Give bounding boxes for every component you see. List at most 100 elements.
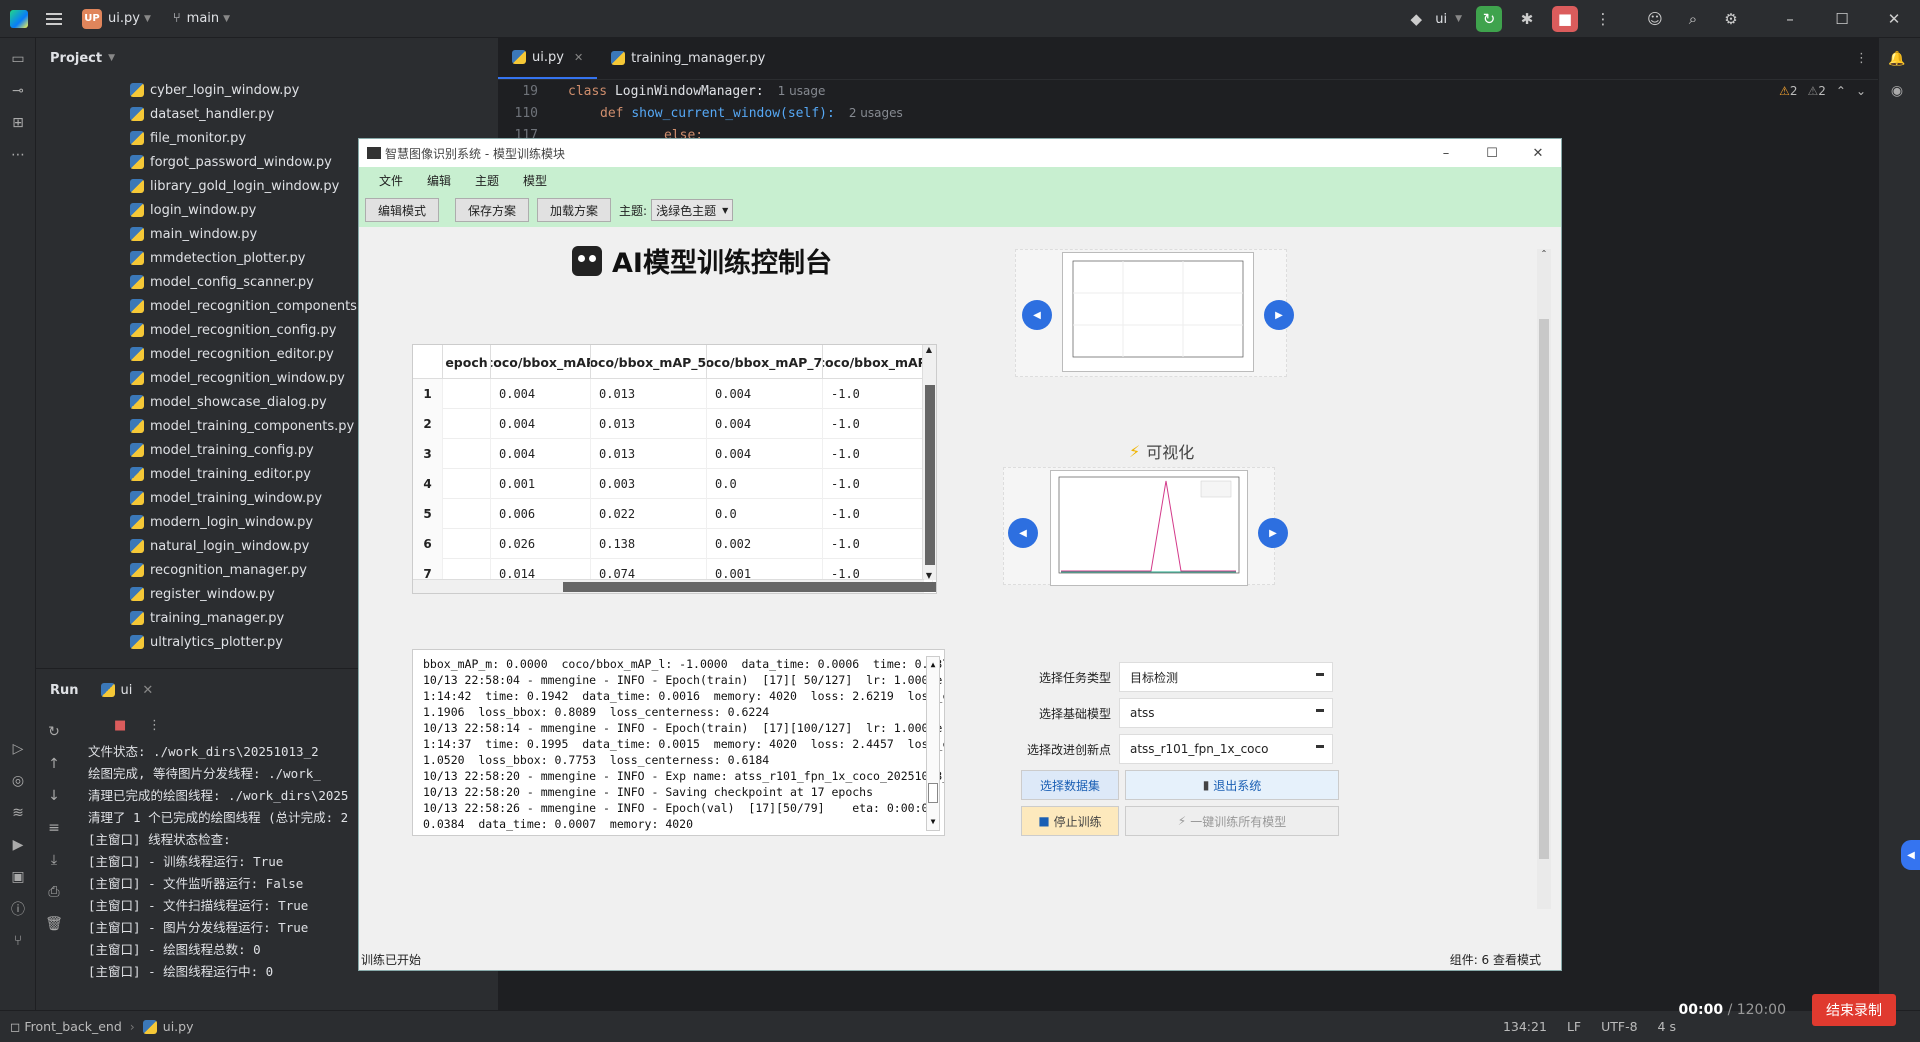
prev-plot-button[interactable]: ◀ (1022, 300, 1052, 330)
stop-icon[interactable]: ■ (114, 718, 126, 733)
exit-system-button[interactable]: ▮ 退出系统 (1125, 770, 1339, 800)
train-all-models-button[interactable]: ⚡ 一键训练所有模型 (1125, 806, 1339, 836)
select-dataset-button[interactable]: 选择数据集 (1021, 770, 1119, 800)
training-log[interactable]: ▲ ▼ bbox_mAP_m: 0.0000 coco/bbox_mAP_l: -… (412, 649, 945, 836)
add-user-icon[interactable]: ☺ (1642, 6, 1668, 32)
table-horizontal-scrollbar[interactable] (413, 579, 936, 593)
services-icon[interactable]: ▶ (7, 834, 29, 856)
chevron-down-icon[interactable]: ▼ (1455, 14, 1462, 24)
arrow-up-icon[interactable]: ↑ (43, 753, 65, 775)
terminal-icon[interactable]: ▣ (7, 866, 29, 888)
search-icon[interactable]: ⌕ (1680, 6, 1706, 32)
branch-name[interactable]: main (187, 11, 219, 26)
table-row[interactable]: 6 0.026 0.138 0.002 -1.0 (413, 529, 933, 559)
structure-icon[interactable]: ⊞ (7, 112, 29, 134)
column-header[interactable]: coco/bbox_mAP_75 (707, 345, 823, 379)
column-header[interactable]: coco/bbox_mAP (491, 345, 591, 379)
save-plan-button[interactable]: 保存方案 (455, 198, 530, 222)
table-row[interactable]: 3 0.004 0.013 0.004 -1.0 (413, 439, 933, 469)
more-icon[interactable]: ⋮ (1855, 37, 1868, 79)
python-console-icon[interactable]: ◎ (7, 770, 29, 792)
next-plot-button[interactable]: ▶ (1258, 518, 1288, 548)
log-scrollbar[interactable]: ▲ ▼ (926, 656, 940, 831)
chevron-down-icon[interactable]: ▼ (144, 14, 151, 24)
inspection-widget[interactable]: ⚠2 ⚠2 ⌃ ⌄ (1779, 84, 1866, 98)
gear-icon[interactable]: ⚙ (1718, 6, 1744, 32)
file-item[interactable]: cyber_login_window.py (36, 78, 498, 102)
theme-select[interactable]: 浅绿色主题 ▼ (651, 199, 734, 221)
improvement-select[interactable]: atss_r101_fpn_1x_coco (1119, 734, 1333, 764)
table-row[interactable]: 5 0.006 0.022 0.0 -1.0 (413, 499, 933, 529)
path-root[interactable]: Front_back_end (24, 1019, 121, 1034)
metrics-table[interactable]: epochcoco/bbox_mAPcoco/bbox_mAP_50coco/b… (412, 344, 937, 594)
usage-hint[interactable]: 1 usage (778, 84, 826, 98)
table-row[interactable]: 1 0.004 0.013 0.004 -1.0 (413, 379, 933, 409)
indent[interactable]: 4 s (1658, 1019, 1676, 1034)
loss-plot-image[interactable] (1062, 252, 1254, 372)
run-icon[interactable]: ▷ (7, 738, 29, 760)
main-menu-icon[interactable] (46, 12, 62, 25)
minimize-icon[interactable]: – (1423, 139, 1469, 167)
rerun-icon[interactable]: ↻ (43, 721, 65, 743)
table-vertical-scrollbar[interactable]: ▲ ▼ (922, 345, 936, 580)
chevron-down-icon[interactable]: ⌄ (1856, 84, 1866, 98)
path-file[interactable]: ui.py (163, 1019, 194, 1034)
chevron-down-icon[interactable]: ▼ (223, 14, 230, 24)
menu-file[interactable]: 文件 (379, 172, 403, 189)
chevron-down-icon[interactable]: ▼ (108, 53, 115, 63)
menu-model[interactable]: 模型 (523, 172, 547, 189)
scroll-thumb[interactable] (928, 783, 938, 803)
next-plot-button[interactable]: ▶ (1264, 300, 1294, 330)
base-model-select[interactable]: atss (1119, 698, 1333, 728)
commit-icon[interactable]: ⊸ (7, 80, 29, 102)
run-config[interactable]: ui (1435, 12, 1447, 27)
project-panel-title[interactable]: Project (50, 51, 102, 66)
file-item[interactable]: dataset_handler.py (36, 102, 498, 126)
column-header[interactable]: epoch (443, 345, 491, 379)
code-line[interactable]: 19 class LoginWindowManager: 1 usage (498, 80, 825, 102)
close-icon[interactable]: ✕ (1874, 6, 1914, 32)
arrow-up-icon[interactable]: ⌃ (1537, 249, 1551, 258)
folder-icon[interactable]: ▭ (7, 48, 29, 70)
load-plan-button[interactable]: 加载方案 (537, 198, 612, 222)
encoding[interactable]: UTF-8 (1601, 1019, 1637, 1034)
prev-plot-button[interactable]: ◀ (1008, 518, 1038, 548)
stop-training-button[interactable]: ■ 停止训练 (1021, 806, 1119, 836)
maximize-icon[interactable]: ☐ (1469, 139, 1515, 167)
tab-training-manager[interactable]: training_manager.py (597, 37, 779, 79)
git-icon[interactable]: ⑂ (7, 930, 29, 952)
close-icon[interactable]: ✕ (574, 51, 583, 64)
arrow-down-icon[interactable]: ▼ (927, 814, 939, 830)
maximize-icon[interactable]: ☐ (1822, 6, 1862, 32)
menu-edit[interactable]: 编辑 (427, 172, 451, 189)
column-header[interactable]: coco/bbox_mAP_l (823, 345, 933, 379)
table-row[interactable]: 2 0.004 0.013 0.004 -1.0 (413, 409, 933, 439)
code-line[interactable]: 110 def show_current_window(self): 2 usage… (498, 102, 903, 124)
arrow-up-icon[interactable]: ▲ (923, 345, 935, 354)
run-tab[interactable]: ui ✕ (100, 683, 153, 698)
column-header[interactable]: coco/bbox_mAP_50 (591, 345, 707, 379)
task-type-select[interactable]: 目标检测 (1119, 662, 1333, 692)
more-icon[interactable]: ⋯ (7, 144, 29, 166)
rerun-icon[interactable]: ↻ (1476, 6, 1502, 32)
scroll-thumb[interactable] (1539, 319, 1549, 859)
soft-wrap-icon[interactable]: ≡ (43, 817, 65, 839)
minimize-icon[interactable]: – (1770, 6, 1810, 32)
notifications-icon[interactable]: 🔔 (1886, 48, 1908, 70)
tab-ui-py[interactable]: ui.py ✕ (498, 37, 598, 79)
scroll-thumb[interactable] (925, 385, 935, 565)
stop-icon[interactable]: ■ (1552, 6, 1578, 32)
more-icon[interactable]: ⋮ (1590, 6, 1616, 32)
stop-recording-button[interactable]: 结束录制 (1812, 994, 1896, 1026)
project-badge[interactable]: UP (82, 8, 102, 29)
chevron-up-icon[interactable]: ⌃ (1836, 84, 1846, 98)
map-plot-image[interactable] (1050, 470, 1248, 586)
line-separator[interactable]: LF (1567, 1019, 1581, 1034)
edit-mode-button[interactable]: 编辑模式 (365, 198, 440, 222)
trash-icon[interactable]: 🗑 (43, 913, 65, 935)
more-icon[interactable]: ⋮ (148, 718, 161, 733)
usage-hint[interactable]: 2 usages (849, 106, 903, 120)
arrow-down-icon[interactable]: ↓ (43, 785, 65, 807)
close-icon[interactable]: ✕ (142, 683, 153, 698)
print-icon[interactable]: ⎙ (43, 881, 65, 903)
